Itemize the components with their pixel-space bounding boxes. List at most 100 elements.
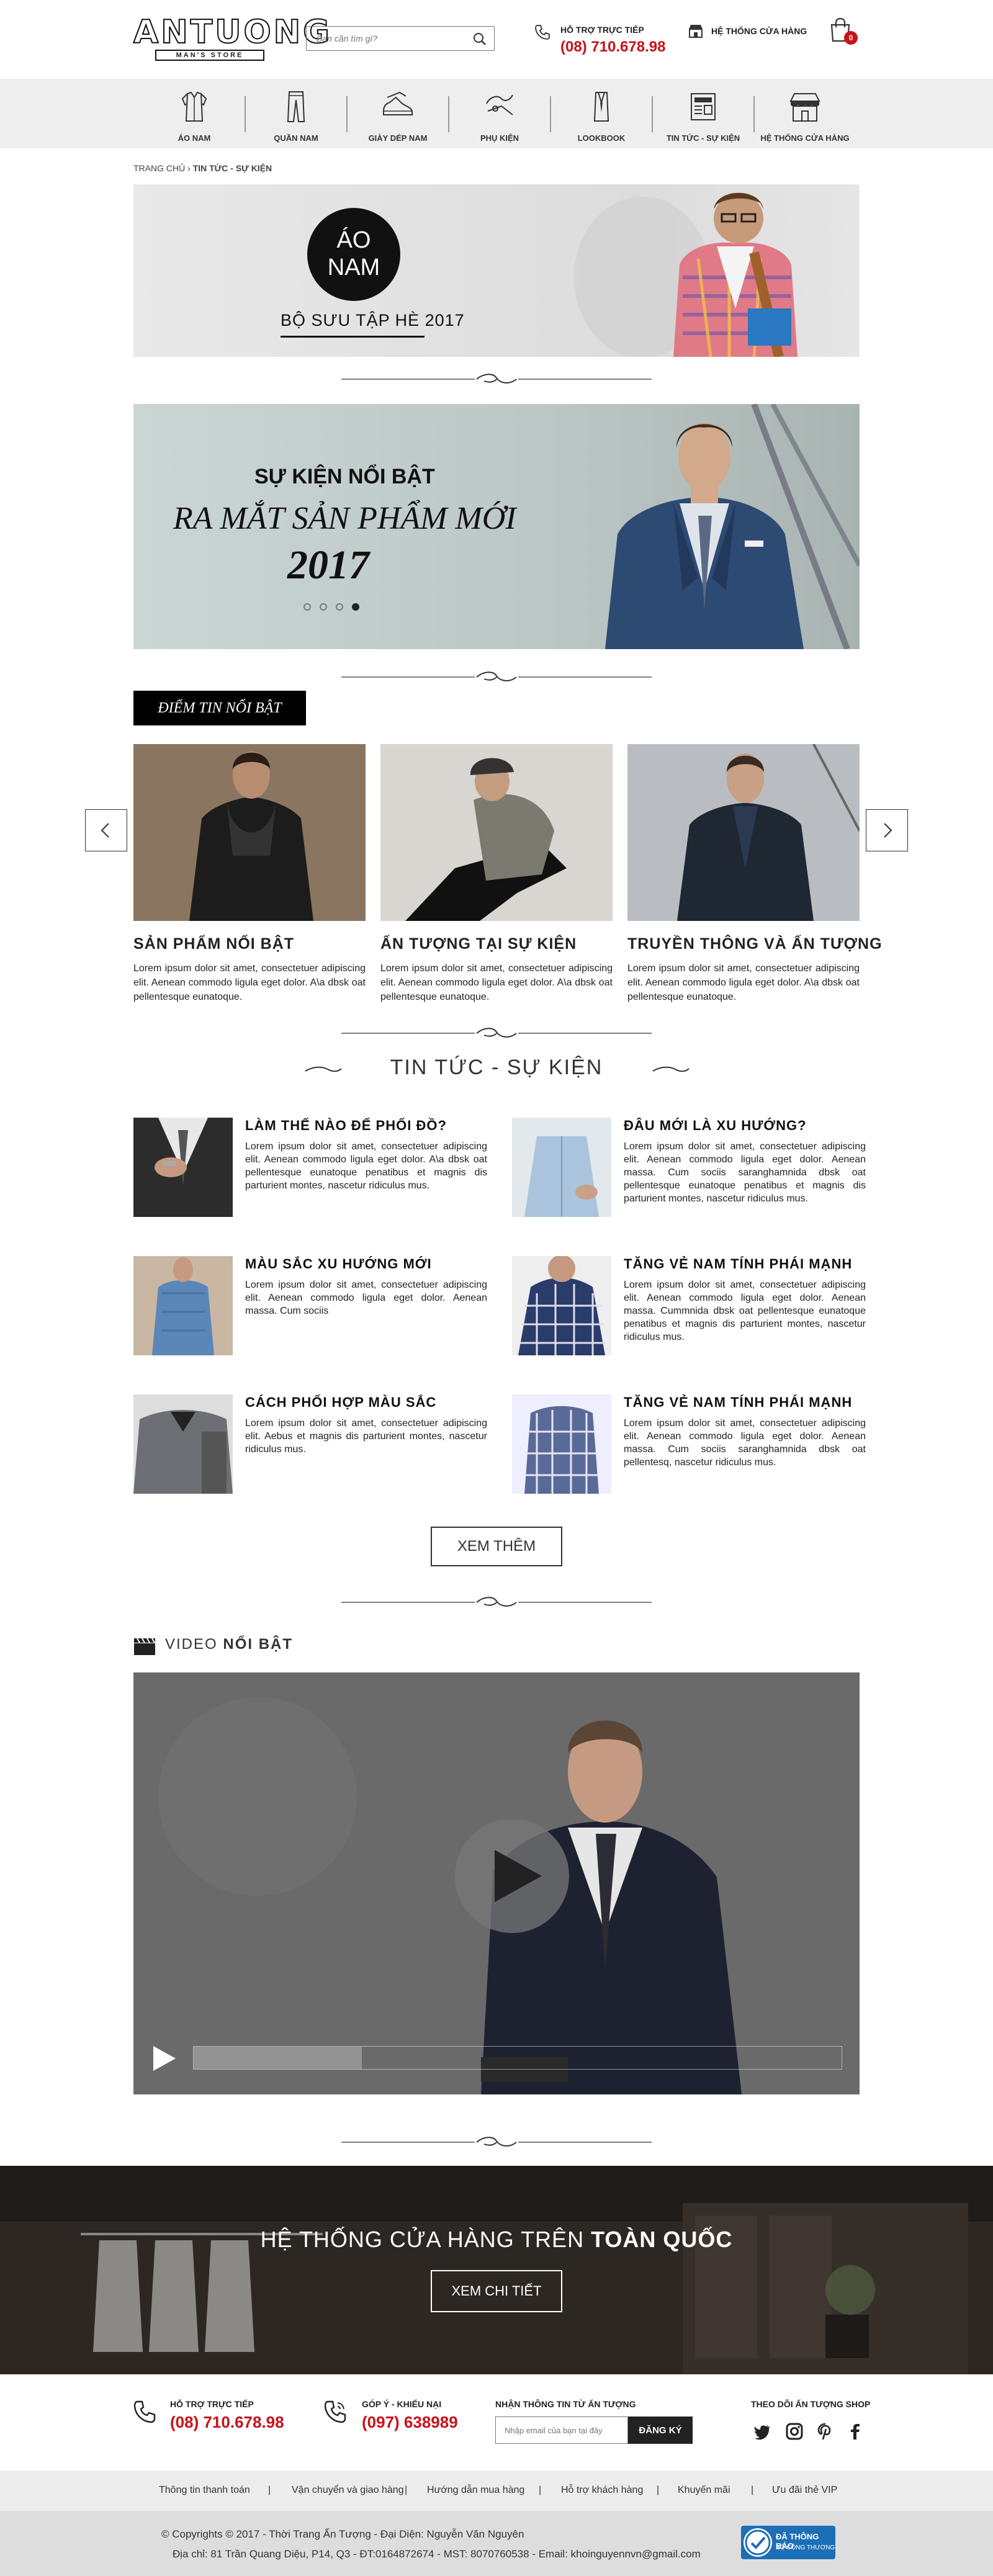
promo-banner[interactable]: ÁO NAM BỘ SƯU TẬP HÈ 2017 [133, 184, 860, 357]
twitter-icon[interactable] [753, 2423, 771, 2440]
instagram-icon[interactable] [786, 2423, 803, 2440]
coat-model-photo [627, 744, 860, 921]
news-desc: Lorem ipsum dolor sit amet, consectetuer… [624, 1418, 866, 1468]
news-desc: Lorem ipsum dolor sit amet, consectetuer… [624, 1141, 866, 1204]
nav-label: LOOKBOOK [577, 133, 626, 143]
featured-card-image[interactable] [133, 744, 366, 921]
caption-underline [281, 336, 425, 338]
footer-link-vip[interactable]: Ưu đãi thẻ VIP [772, 2485, 837, 2496]
featured-card-title[interactable]: TRUYỀN THÔNG VÀ ẤN TƯỢNG [627, 935, 883, 953]
search-icon[interactable] [473, 32, 487, 46]
footer-link-shipping[interactable]: Vận chuyển và giao hàng [292, 2485, 404, 2496]
copyright-text: © Copyrights © 2017 - Thời Trang Ấn Tượn… [161, 2528, 524, 2540]
newsletter-email-input[interactable] [495, 2417, 628, 2444]
badge-line-2: BỘ CÔNG THƯƠNG [776, 2544, 835, 2551]
logo-subtitle: MAN'S STORE [155, 50, 264, 61]
address-text: Địa chỉ: 81 Trần Quang Diệu, P14, Q3 - Đ… [173, 2548, 701, 2560]
nav-label: GIÀY DÉP NAM [368, 133, 428, 143]
suit-hands-photo [133, 1118, 233, 1217]
newsletter-subscribe-button[interactable]: ĐĂNG KÝ [628, 2417, 693, 2444]
chevron-right-icon [884, 823, 892, 838]
news-thumbnail[interactable] [133, 1394, 233, 1494]
facebook-icon[interactable] [847, 2423, 864, 2440]
slider-dot-active[interactable] [352, 603, 359, 611]
footer-link-promo[interactable]: Khuyến mãi [678, 2485, 730, 2496]
event-slider[interactable]: SỰ KIỆN NỔI BẬT RA MẮT SẢN PHẨM MỚI 2017 [133, 404, 860, 649]
news-title[interactable]: LÀM THẾ NÀO ĐỂ PHỐI ĐỒ? [245, 1118, 487, 1134]
news-thumbnail[interactable] [512, 1256, 611, 1355]
clapperboard-icon [134, 1638, 155, 1655]
slider-dot[interactable] [336, 603, 343, 611]
nav-item-tin-tuc[interactable]: TIN TỨC - SỰ KIỆN [653, 79, 753, 148]
featured-card-title[interactable]: SẢN PHẨM NỔI BẬT [133, 935, 294, 953]
collection-badge: ÁO NAM [307, 208, 400, 301]
nav-item-lookbook[interactable]: LOOKBOOK [551, 79, 652, 148]
featured-card-image[interactable] [627, 744, 860, 921]
news-item[interactable]: MÀU SẮC XU HƯỚNG MỚI Lorem ipsum dolor s… [133, 1256, 487, 1355]
news-item[interactable]: CÁCH PHỐI HỢP MÀU SẮC Lorem ipsum dolor … [133, 1394, 487, 1494]
featured-card[interactable]: ẤN TƯỢNG TẠI SỰ KIỆN Lorem ipsum dolor s… [380, 744, 613, 1002]
video-progress-bar[interactable] [193, 2046, 842, 2070]
support-label: HỖ TRỢ TRỰC TIẾP [170, 2399, 254, 2409]
ornament-divider [341, 1597, 652, 1607]
news-thumbnail[interactable] [133, 1118, 233, 1217]
footer-contact: HỖ TRỢ TRỰC TIẾP (08) 710.678.98 GÓP Ý -… [0, 2374, 993, 2471]
carousel-next-button[interactable] [866, 809, 908, 851]
logo[interactable]: ANTUONG [133, 16, 332, 49]
news-item[interactable]: TĂNG VẺ NAM TÍNH PHÁI MẠNH Lorem ipsum d… [512, 1256, 866, 1355]
slider-dot[interactable] [303, 603, 311, 611]
pinterest-icon[interactable] [817, 2423, 834, 2440]
play-overlay-button[interactable] [455, 1819, 569, 1933]
nav-item-he-thong[interactable]: HỆ THỐNG CỬA HÀNG [755, 79, 855, 148]
ministry-registered-badge[interactable]: ĐÃ THÔNG BÁO BỘ CÔNG THƯƠNG [741, 2526, 835, 2559]
footer-link-payment[interactable]: Thông tin thanh toán [159, 2485, 250, 2496]
footer-link-support[interactable]: Hỗ trợ khách hàng [561, 2485, 643, 2496]
footer-link-guide[interactable]: Hướng dẫn mua hàng [427, 2485, 524, 2496]
event-launch-text: RA MẮT SẢN PHẨM MỚI [173, 501, 516, 536]
nav-item-quan-nam[interactable]: QUẦN NAM [246, 79, 346, 148]
news-thumbnail[interactable] [512, 1394, 611, 1494]
nav-item-giay-dep[interactable]: GIÀY DÉP NAM [348, 79, 448, 148]
slider-dot[interactable] [320, 603, 327, 611]
nav-item-phu-kien[interactable]: PHỤ KIỆN [449, 79, 550, 148]
play-control-icon[interactable] [152, 2045, 177, 2072]
feedback-label: GÓP Ý - KHIẾU NẠI [362, 2399, 442, 2409]
denim-shirt-photo [133, 1256, 233, 1355]
support-number[interactable]: (08) 710.678.98 [170, 2413, 284, 2432]
video-player[interactable] [133, 1672, 860, 2094]
featured-card-title[interactable]: ẤN TƯỢNG TẠI SỰ KIỆN [380, 935, 577, 953]
news-thumbnail[interactable] [512, 1118, 611, 1217]
search-input[interactable] [317, 32, 465, 45]
feedback-number[interactable]: (097) 638989 [362, 2413, 458, 2432]
video-progress-fill [194, 2047, 362, 2069]
video-heading-light: VIDEO [165, 1636, 223, 1653]
nav-label: HỆ THỐNG CỬA HÀNG [760, 133, 850, 143]
news-title[interactable]: CÁCH PHỐI HỢP MÀU SẮC [245, 1394, 487, 1411]
featured-card[interactable]: TRUYỀN THÔNG VÀ ẤN TƯỢNG Lorem ipsum dol… [627, 744, 882, 1002]
news-thumbnail[interactable] [133, 1256, 233, 1355]
carousel-prev-button[interactable] [85, 809, 127, 851]
shirt-icon [181, 91, 207, 122]
footer-link-separator: | [539, 2485, 542, 2495]
title-ornament-right [652, 1066, 690, 1072]
hotline-number[interactable]: (08) 710.678.98 [560, 38, 665, 56]
news-title[interactable]: TĂNG VẺ NAM TÍNH PHÁI MẠNH [624, 1394, 866, 1411]
follow-label: THEO DÕI ẤN TƯỢNG SHOP [751, 2399, 871, 2409]
plaid-shirt-photo [512, 1256, 611, 1355]
news-title[interactable]: ĐÂU MỚI LÀ XU HƯỚNG? [624, 1118, 866, 1134]
store-system-link[interactable]: HỆ THỐNG CỬA HÀNG [711, 26, 807, 36]
news-item[interactable]: LÀM THẾ NÀO ĐỂ PHỐI ĐỒ? Lorem ipsum dolo… [133, 1118, 487, 1217]
store-details-button[interactable]: XEM CHI TIẾT [431, 2270, 562, 2312]
featured-card[interactable]: SẢN PHẨM NỔI BẬT Lorem ipsum dolor sit a… [133, 744, 366, 1002]
see-more-button[interactable]: XEM THÊM [431, 1527, 562, 1566]
news-item[interactable]: TĂNG VẺ NAM TÍNH PHÁI MẠNH Lorem ipsum d… [512, 1394, 866, 1494]
featured-card-image[interactable] [380, 744, 613, 921]
cart-count-badge: 0 [844, 31, 858, 45]
news-title[interactable]: MÀU SẮC XU HƯỚNG MỚI [245, 1256, 487, 1272]
news-item[interactable]: ĐÂU MỚI LÀ XU HƯỚNG? Lorem ipsum dolor s… [512, 1118, 866, 1217]
news-title[interactable]: TĂNG VẺ NAM TÍNH PHÁI MẠNH [624, 1256, 866, 1272]
news-desc: Lorem ipsum dolor sit amet, consectetuer… [245, 1418, 487, 1455]
hotline-label: HỖ TRỢ TRỰC TIẾP [560, 25, 644, 35]
breadcrumb-home[interactable]: TRANG CHỦ [133, 163, 185, 173]
nav-item-ao-nam[interactable]: ÁO NAM [144, 79, 245, 148]
